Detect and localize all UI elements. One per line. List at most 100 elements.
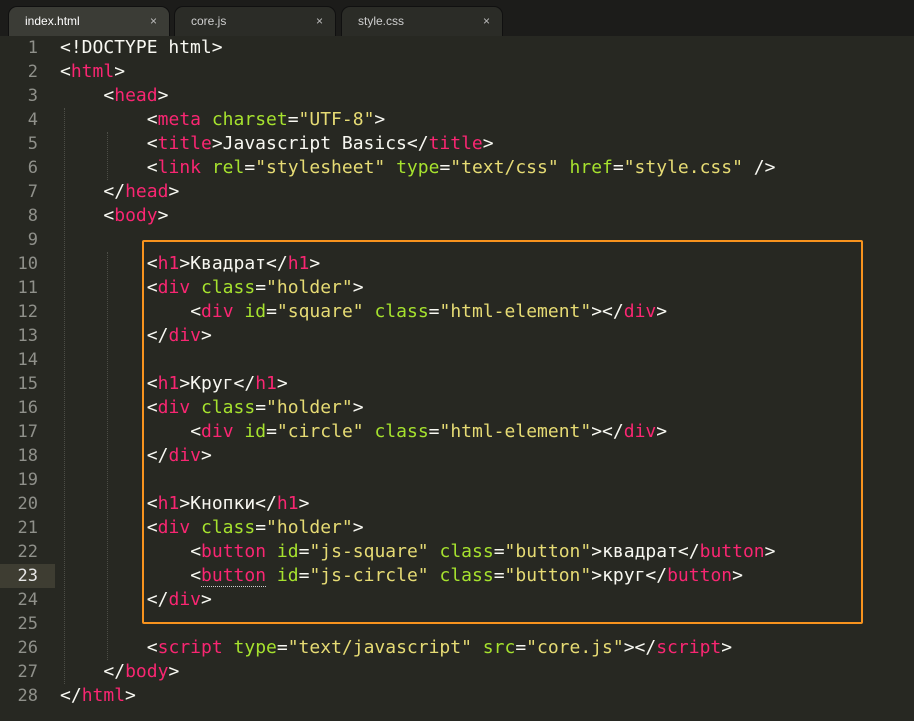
code-token: src xyxy=(482,637,516,658)
line-number: 2 xyxy=(27,62,38,82)
line-number: 11 xyxy=(17,278,38,298)
code-token: script xyxy=(656,637,722,658)
line-number: 16 xyxy=(17,398,38,418)
code-token: "text/css" xyxy=(450,157,559,178)
code-token: < xyxy=(146,637,158,658)
tab-label: style.css xyxy=(358,14,405,28)
tab-index-html[interactable]: index.html × xyxy=(8,6,170,36)
code-token: "UTF-8" xyxy=(298,109,375,130)
code-token: <!DOCTYPE html> xyxy=(60,37,223,58)
code-token: html xyxy=(70,61,115,82)
close-icon[interactable]: × xyxy=(150,7,157,36)
code-token: charset xyxy=(211,109,288,130)
line-number: 22 xyxy=(17,542,38,562)
line-number: 10 xyxy=(17,254,38,274)
line-number: 4 xyxy=(27,110,38,130)
highlight-box xyxy=(142,240,863,624)
close-icon[interactable]: × xyxy=(483,7,490,36)
tab-style-css[interactable]: style.css × xyxy=(341,6,503,36)
code-token: = xyxy=(515,637,527,658)
line-number: 5 xyxy=(27,134,38,154)
tab-bar: style.css × core.js × index.html × xyxy=(0,0,914,37)
code-token: < xyxy=(146,133,158,154)
code-token: </ xyxy=(60,685,82,706)
line-number: 28 xyxy=(17,686,38,706)
code-token: > xyxy=(168,181,180,202)
code-token: = xyxy=(439,157,451,178)
indent-guide xyxy=(107,132,109,180)
indent-guide xyxy=(107,252,109,660)
code-token: link xyxy=(157,157,201,178)
code-token: < xyxy=(146,157,158,178)
line-number: 6 xyxy=(27,158,38,178)
line-number: 1 xyxy=(27,38,38,58)
code-token: </ xyxy=(103,661,126,682)
line-number: 7 xyxy=(27,182,38,202)
code-token: < xyxy=(103,205,115,226)
code-editor[interactable]: 1 2 3 4 5 6 7 8 9 10 11 12 13 14 15 16 17 18 19 20 21 22 23 24 2… xyxy=(0,36,914,721)
code-token: title xyxy=(157,133,212,154)
close-icon[interactable]: × xyxy=(316,7,323,36)
code-token: "core.js" xyxy=(526,637,624,658)
line-number: 20 xyxy=(17,494,38,514)
code-token: < xyxy=(60,61,71,82)
line-number: 19 xyxy=(17,470,38,490)
code-token: = xyxy=(244,157,256,178)
code-token: > xyxy=(125,685,136,706)
line-number: 12 xyxy=(17,302,38,322)
code-token: href xyxy=(569,157,613,178)
line-number: 13 xyxy=(17,326,38,346)
code-token: >Javascript Basics</ xyxy=(211,133,429,154)
code-token: < xyxy=(146,109,158,130)
code-token: = xyxy=(276,637,288,658)
code-token: html xyxy=(81,685,126,706)
code-line[interactable]: <body> xyxy=(103,204,168,228)
code-token: > xyxy=(114,61,126,82)
code-line[interactable]: </html> xyxy=(60,684,136,708)
line-number: 23 xyxy=(17,566,38,586)
line-number: 25 xyxy=(17,614,38,634)
code-token: body xyxy=(114,205,158,226)
code-token: </ xyxy=(103,181,126,202)
line-number: 27 xyxy=(17,662,38,682)
indent-guide xyxy=(64,108,65,684)
code-token: meta xyxy=(157,109,201,130)
tab-core-js[interactable]: core.js × xyxy=(174,6,336,36)
code-token: body xyxy=(125,661,169,682)
code-line[interactable]: <!DOCTYPE html> xyxy=(60,36,223,60)
code-line[interactable]: <html> xyxy=(60,60,125,84)
code-token: title xyxy=(428,133,483,154)
code-token: > xyxy=(482,133,494,154)
code-token: = xyxy=(612,157,624,178)
code-line[interactable]: <script type="text/javascript" src="core… xyxy=(147,636,732,660)
line-number: 21 xyxy=(17,518,38,538)
code-token: ></ xyxy=(623,637,657,658)
code-line[interactable]: <meta charset="UTF-8"> xyxy=(147,108,385,132)
code-line[interactable]: <title>Javascript Basics</title> xyxy=(147,132,494,156)
code-token: > xyxy=(168,661,180,682)
code-token: > xyxy=(374,109,386,130)
line-number: 9 xyxy=(27,230,38,250)
tab-label: core.js xyxy=(191,14,227,28)
code-token: head xyxy=(125,181,169,202)
line-number: 24 xyxy=(17,590,38,610)
line-number: 8 xyxy=(27,206,38,226)
code-token: script xyxy=(157,637,223,658)
code-token: "text/javascript" xyxy=(287,637,472,658)
line-number: 15 xyxy=(17,374,38,394)
code-line[interactable]: </body> xyxy=(103,660,179,684)
code-token: "stylesheet" xyxy=(255,157,386,178)
code-token: > xyxy=(721,637,733,658)
code-line[interactable]: <head> xyxy=(103,84,168,108)
line-number: 3 xyxy=(27,86,38,106)
tab-label: index.html xyxy=(25,14,80,28)
code-line[interactable]: <link rel="stylesheet" type="text/css" h… xyxy=(147,156,776,180)
code-token: > xyxy=(157,205,169,226)
code-token: head xyxy=(114,85,158,106)
code-line[interactable]: </head> xyxy=(103,180,179,204)
